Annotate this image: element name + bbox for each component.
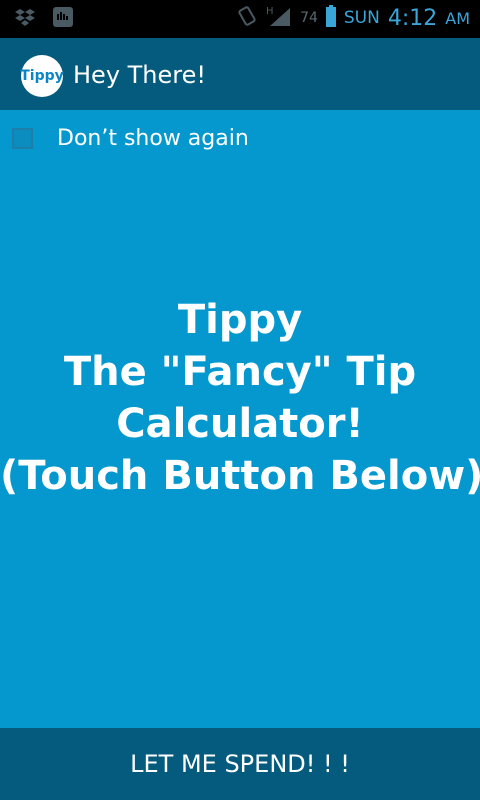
dropbox-icon [14,7,36,31]
app-icon[interactable]: Tippy [20,55,64,97]
status-bar: H 74 SUN 4:12 AM [0,0,480,38]
vibrate-icon [236,5,258,31]
svg-text:H: H [266,6,274,17]
system-indicators: H 74 SUN 4:12 AM [236,4,470,32]
message-line: Calculator! [116,401,364,447]
hspa-signal-icon: H [266,4,292,32]
dont-show-again-checkbox[interactable] [12,128,33,149]
status-time: 4:12 [387,5,438,31]
welcome-message: Tippy The "Fancy" Tip Calculator! (Touch… [0,294,480,502]
dont-show-again-row[interactable]: Don’t show again [12,126,249,151]
voicemail-icon [52,6,74,32]
status-day: SUN [343,8,380,28]
message-line: Tippy [177,297,303,343]
let-me-spend-button[interactable]: LET ME SPEND! ! ! [0,728,480,800]
message-line: The "Fancy" Tip [63,349,417,395]
app-icon-label: Tippy [20,68,64,84]
battery-level: 74 [300,10,318,26]
notification-icons [14,6,74,32]
battery-icon [325,5,336,31]
message-line: (Touch Button Below) [0,453,480,499]
status-ampm: AM [445,8,470,28]
page-title: Hey There! [73,61,207,89]
action-bar: Tippy Hey There! [0,38,480,110]
dont-show-again-label[interactable]: Don’t show again [57,126,249,151]
